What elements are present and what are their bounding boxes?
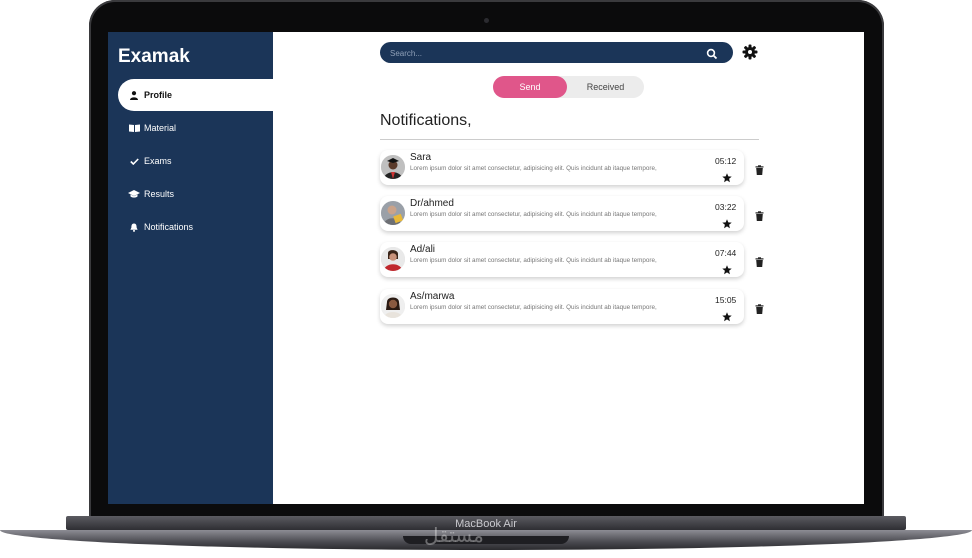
notification-message: Lorem ipsum dolor sit amet consectetur, … xyxy=(410,211,657,218)
trash-icon[interactable] xyxy=(755,208,764,221)
main-content: Send Received Notifications, Sara Lorem … xyxy=(273,32,864,504)
tab-received[interactable]: Received xyxy=(567,76,644,98)
notification-sender: Sara xyxy=(410,152,432,163)
gear-icon[interactable] xyxy=(741,43,759,61)
search-icon[interactable] xyxy=(706,47,718,60)
app-logo: Examak xyxy=(118,46,190,67)
notification-sender: Dr/ahmed xyxy=(410,198,454,209)
device-brand-label: MacBook Air xyxy=(455,518,517,530)
notification-card[interactable]: Sara Lorem ipsum dolor sit amet consecte… xyxy=(380,150,744,185)
sidebar-item-notifications[interactable]: Notifications xyxy=(118,211,273,243)
tab-send[interactable]: Send xyxy=(493,76,567,98)
send-received-toggle: Send Received xyxy=(493,76,644,98)
divider xyxy=(380,139,759,140)
notification-time: 05:12 xyxy=(715,156,737,166)
notification-sender: As/marwa xyxy=(410,291,455,302)
sidebar-item-results[interactable]: Results xyxy=(118,178,273,210)
star-icon[interactable] xyxy=(722,309,732,322)
trash-icon[interactable] xyxy=(755,162,764,175)
avatar xyxy=(381,247,405,271)
notification-message: Lorem ipsum dolor sit amet consectetur, … xyxy=(410,304,657,311)
notification-time: 15:05 xyxy=(715,295,737,305)
avatar xyxy=(381,294,405,318)
sidebar: Examak Profile Material Exams Results No… xyxy=(108,32,273,504)
user-icon xyxy=(128,90,140,100)
sidebar-item-label: Exams xyxy=(144,156,172,166)
notification-time: 03:22 xyxy=(715,202,737,212)
avatar xyxy=(381,201,405,225)
star-icon[interactable] xyxy=(722,262,732,275)
trash-icon[interactable] xyxy=(755,301,764,314)
sidebar-item-label: Material xyxy=(144,123,177,133)
sidebar-item-profile[interactable]: Profile xyxy=(118,79,273,111)
search-input[interactable] xyxy=(388,44,692,63)
graduation-cap-icon xyxy=(128,190,140,198)
notification-time: 07:44 xyxy=(715,248,737,258)
sidebar-item-material[interactable]: Material xyxy=(118,112,273,144)
bell-icon xyxy=(128,223,140,232)
camera-icon xyxy=(484,18,489,23)
avatar xyxy=(381,155,405,179)
notification-message: Lorem ipsum dolor sit amet consectetur, … xyxy=(410,257,657,264)
watermark-logo: مستقل xyxy=(424,523,484,547)
page-title: Notifications, xyxy=(380,112,472,129)
notification-card[interactable]: Ad/ali Lorem ipsum dolor sit amet consec… xyxy=(380,242,744,277)
trash-icon[interactable] xyxy=(755,254,764,267)
search-bar xyxy=(380,42,733,63)
notification-sender: Ad/ali xyxy=(410,244,436,255)
app-screen: Examak Profile Material Exams Results No… xyxy=(108,32,864,504)
notification-card[interactable]: As/marwa Lorem ipsum dolor sit amet cons… xyxy=(380,289,744,324)
sidebar-item-label: Notifications xyxy=(144,222,194,232)
star-icon[interactable] xyxy=(722,170,732,183)
notification-message: Lorem ipsum dolor sit amet consectetur, … xyxy=(410,165,657,172)
sidebar-item-label: Profile xyxy=(144,90,173,100)
notification-card[interactable]: Dr/ahmed Lorem ipsum dolor sit amet cons… xyxy=(380,196,744,231)
sidebar-item-label: Results xyxy=(144,189,175,199)
book-icon xyxy=(128,124,140,132)
check-icon xyxy=(128,157,140,165)
star-icon[interactable] xyxy=(722,216,732,229)
sidebar-item-exams[interactable]: Exams xyxy=(118,145,273,177)
